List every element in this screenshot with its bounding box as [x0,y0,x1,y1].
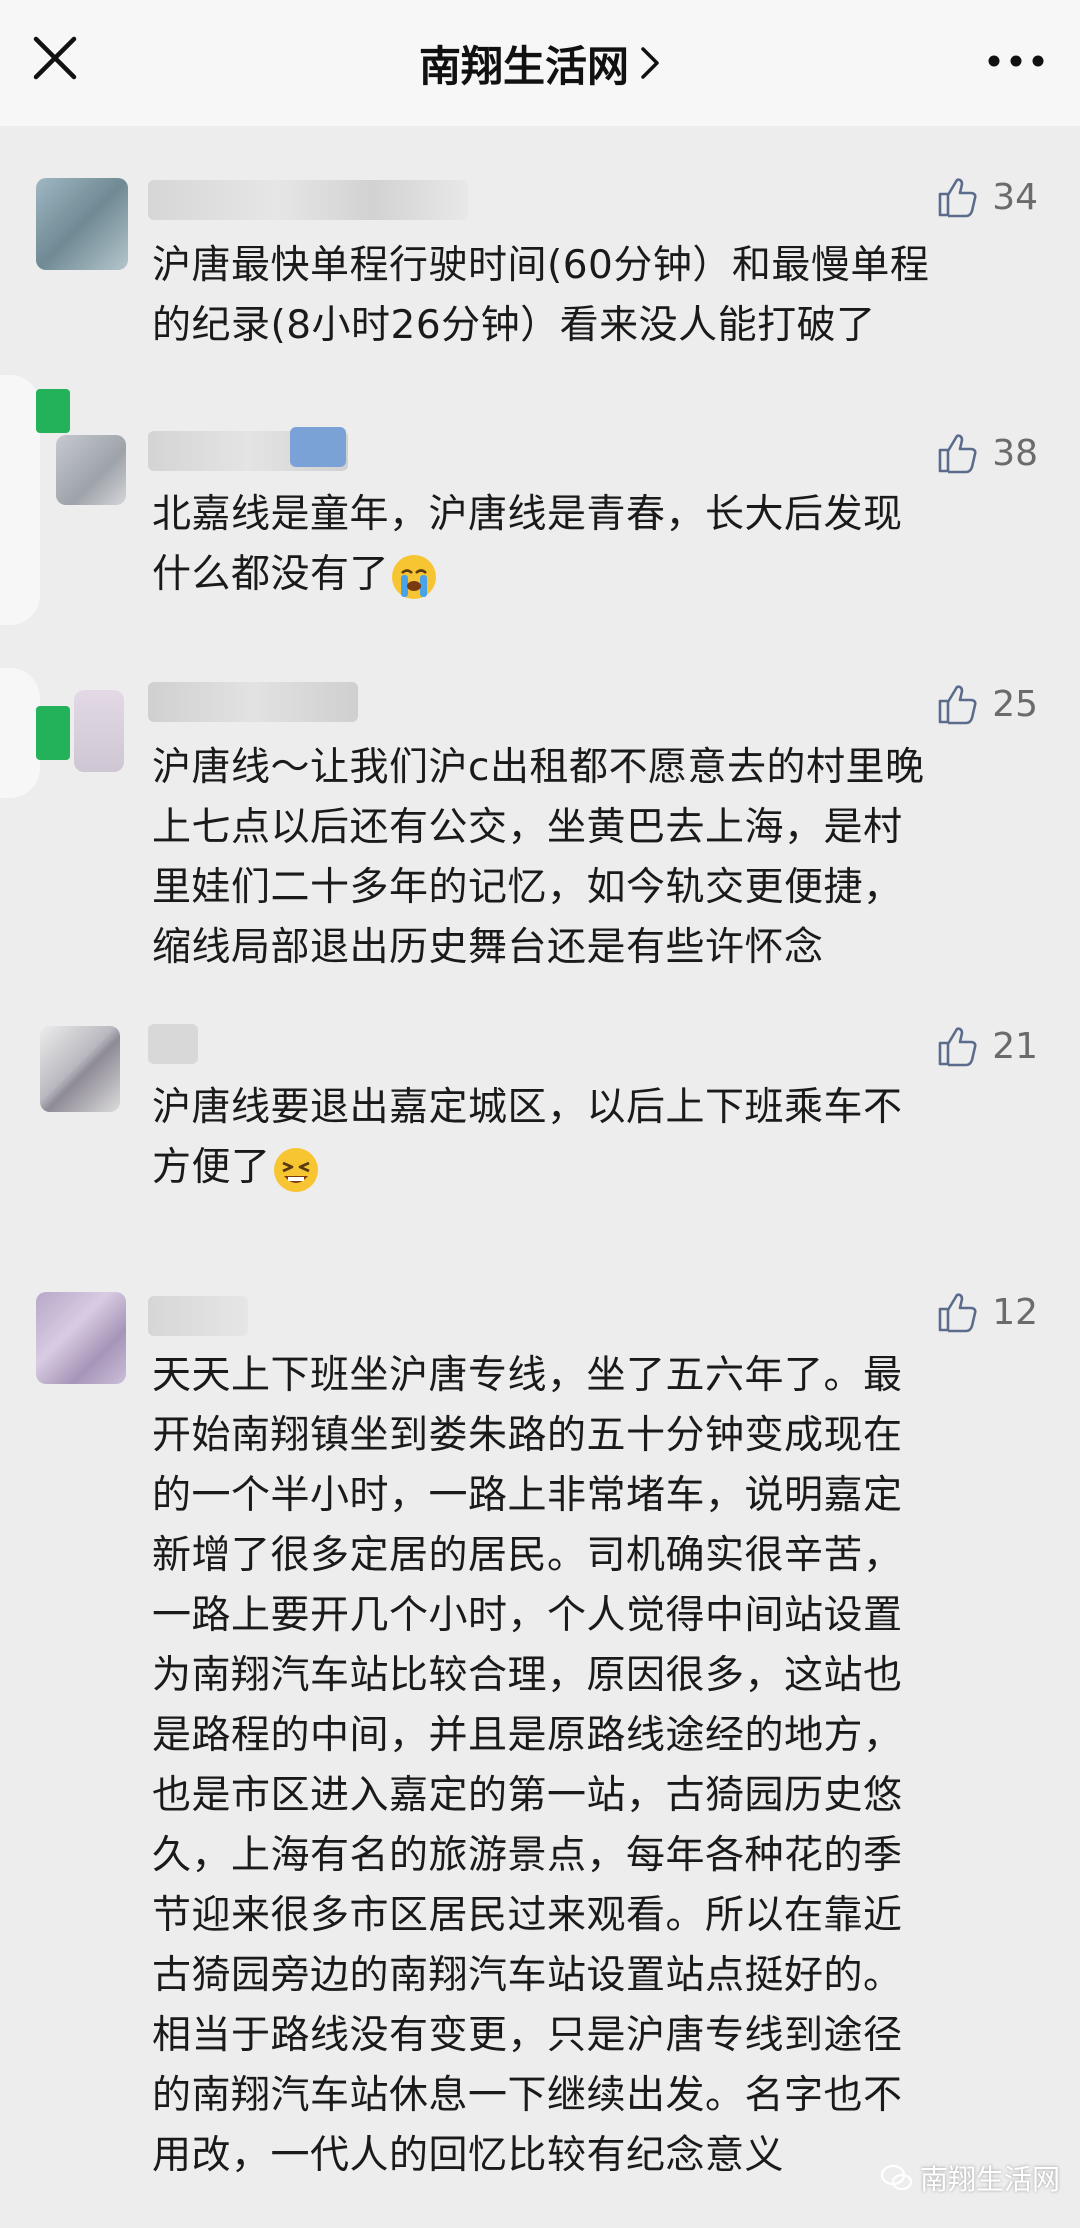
thumbs-up-icon [938,178,977,218]
comment-text: 沪唐线～让我们沪c出租都不愿意去的村里晚 上七点以后还有公交，坐黄巴去上海，是村… [152,745,925,970]
like-count: 12 [992,1291,1038,1333]
comment-text: 天天上下班坐沪唐专线，坐了五六年了。最 开始南翔镇坐到娄朱路的五十分钟变成现在 … [152,1353,903,2178]
watermark: 南翔生活网 [880,2158,1060,2198]
nickname-blurred[interactable] [148,682,358,722]
thumbs-up-icon [938,685,977,725]
thumbs-up-icon [938,434,977,474]
like-button[interactable]: 38 [936,431,1038,475]
comment-text: 沪唐线要退出嘉定城区，以后上下班乘车不 方便了 [152,1078,1042,1198]
like-button[interactable]: 25 [936,682,1038,726]
comment-text-body: 沪唐线要退出嘉定城区，以后上下班乘车不 方便了 [152,1085,903,1190]
top-bar: 南翔生活网 [0,0,1080,126]
app-badge-icon [36,706,70,760]
like-count: 38 [992,432,1038,474]
app-badge-icon [36,389,70,433]
comment-text: 北嘉线是童年，沪唐线是青春，长大后发现 什么都没有了 [152,485,1042,605]
floating-window-edge [0,668,40,798]
thumbs-up-icon [938,1027,977,1067]
avatar[interactable] [40,1026,120,1112]
like-button[interactable]: 21 [936,1024,1038,1068]
page-title: 南翔生活网 [418,41,629,91]
like-count: 34 [992,176,1038,218]
avatar[interactable] [36,178,128,270]
like-count: 21 [992,1025,1038,1067]
avatar[interactable] [36,1292,126,1384]
crying-face-icon [392,554,437,599]
like-count: 25 [992,683,1038,725]
floating-window-edge [0,375,40,625]
avatar[interactable] [74,690,124,772]
nickname-blurred[interactable] [148,1024,198,1064]
like-button[interactable]: 34 [936,175,1038,219]
badge-blurred [290,427,346,467]
chevron-right-icon [641,47,659,79]
thumbs-up-icon [938,1293,977,1333]
like-button[interactable]: 12 [936,1290,1038,1334]
nickname-blurred[interactable] [148,180,468,220]
more-dots-icon[interactable] [986,46,1046,76]
watermark-text: 南翔生活网 [919,2163,1060,2196]
title-link[interactable]: 南翔生活网 [0,28,1080,98]
nickname-blurred[interactable] [148,1296,248,1336]
tired-face-icon [273,1147,318,1192]
comment-text-body: 北嘉线是童年，沪唐线是青春，长大后发现 什么都没有了 [152,492,903,597]
avatar[interactable] [56,435,126,505]
comment-text: 沪唐最快单程行驶时间(60分钟）和最慢单程 的纪录(8小时26分钟）看来没人能打… [152,243,930,348]
wechat-icon [880,2164,913,2191]
